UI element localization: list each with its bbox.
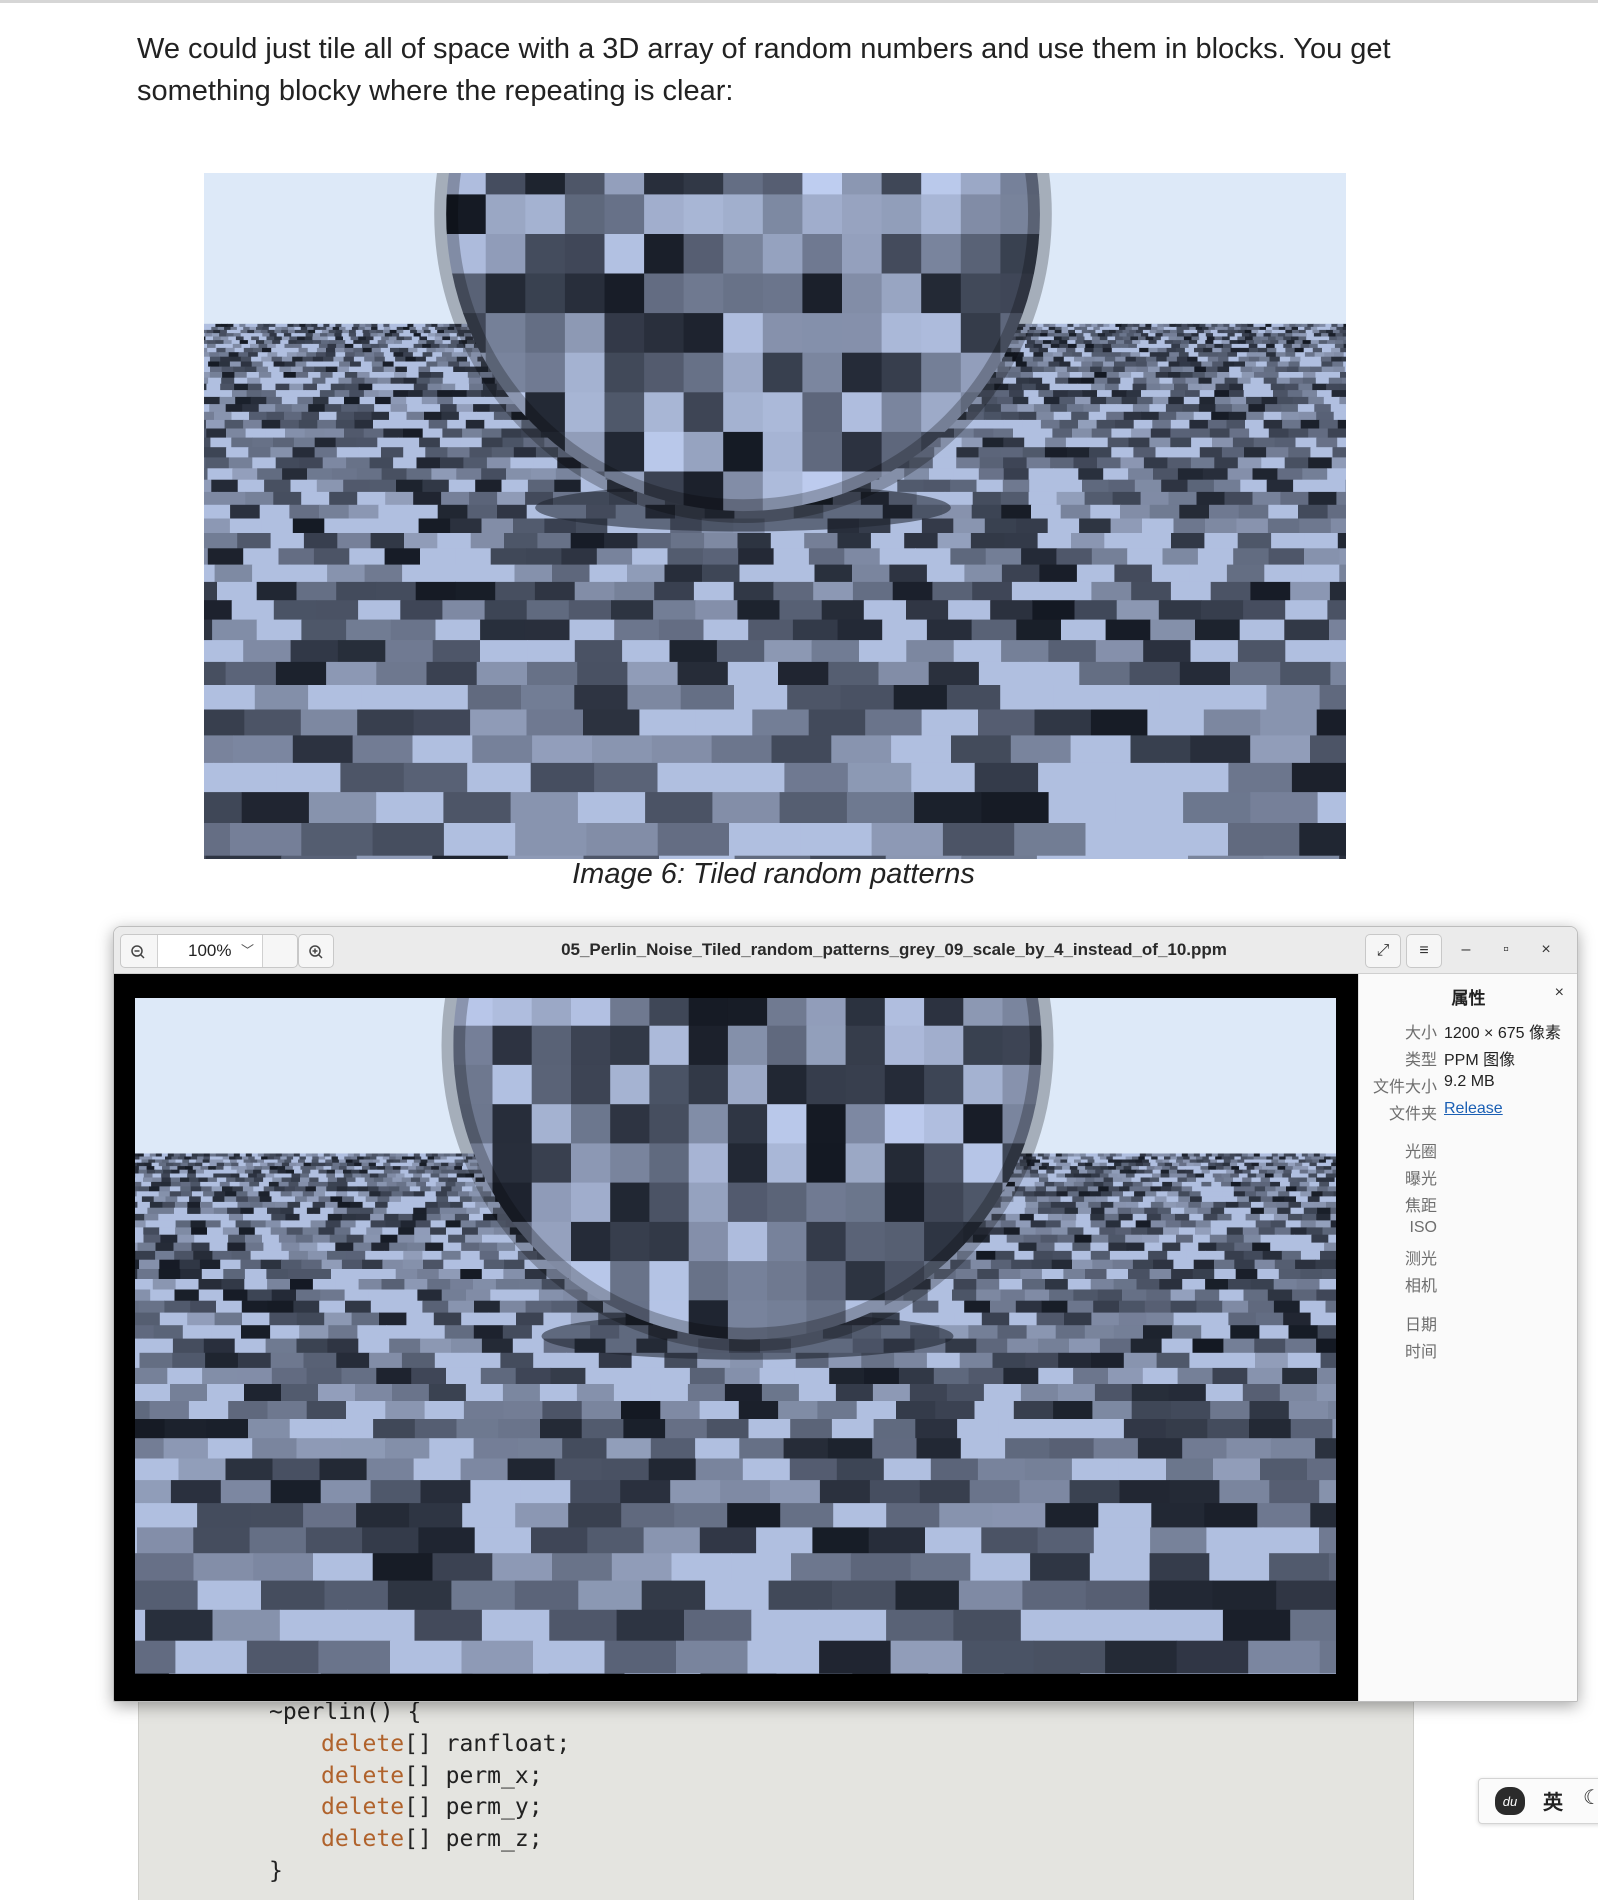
property-value: PPM 图像 <box>1444 1046 1515 1070</box>
maximize-button[interactable]: ▫ <box>1491 935 1521 965</box>
close-icon: × <box>1555 984 1564 1001</box>
chevron-down-icon: ﹀ <box>241 935 254 967</box>
ime-toolbar[interactable]: du 英 ☾ <box>1478 1778 1598 1824</box>
folder-link[interactable]: Release <box>1444 1100 1503 1118</box>
ime-language-toggle[interactable]: 英 <box>1543 1786 1563 1815</box>
image-viewer-window[interactable]: 100% ﹀ 05_Perlin_Noise_Tiled_random_patt… <box>113 926 1578 1702</box>
property-label: 文件大小 <box>1373 1073 1437 1097</box>
exif-label: 曝光 <box>1405 1165 1437 1189</box>
viewer-titlebar[interactable]: 100% ﹀ 05_Perlin_Noise_Tiled_random_patt… <box>114 927 1577 974</box>
properties-heading: 属性 <box>1359 984 1578 1009</box>
zoom-in-button[interactable] <box>298 934 334 968</box>
property-value: 9.2 MB <box>1444 1073 1495 1091</box>
code-line: delete[] perm_x; <box>321 1760 543 1792</box>
baidu-paw-icon[interactable]: du <box>1495 1787 1525 1815</box>
code-line: delete[] perm_y; <box>321 1791 543 1823</box>
zoom-out-icon <box>130 944 146 960</box>
exif-label: 焦距 <box>1405 1192 1437 1216</box>
page-top-border <box>0 0 1598 3</box>
exif-label: 相机 <box>1405 1272 1437 1296</box>
time-label: 时间 <box>1405 1338 1437 1362</box>
image-caption: Image 6: Tiled random patterns <box>0 858 1547 891</box>
zoom-out-button[interactable] <box>121 935 155 967</box>
exif-label: ISO <box>1409 1219 1437 1237</box>
property-label: 文件夹 <box>1389 1100 1437 1124</box>
zoom-level-value: 100% <box>188 935 231 967</box>
code-line: delete[] ranfloat; <box>321 1728 570 1760</box>
window-title: 05_Perlin_Noise_Tiled_random_patterns_gr… <box>374 927 1414 973</box>
menu-button[interactable]: ≡ <box>1406 934 1442 968</box>
exif-label: 光圈 <box>1405 1138 1437 1162</box>
minimize-icon: – <box>1462 941 1471 958</box>
property-label: 大小 <box>1405 1019 1437 1043</box>
date-label: 日期 <box>1405 1311 1437 1335</box>
property-value: 1200 × 675 像素 <box>1444 1019 1561 1043</box>
image-canvas[interactable] <box>114 974 1358 1701</box>
zoom-in-icon <box>308 944 324 960</box>
hamburger-menu-icon: ≡ <box>1419 942 1428 959</box>
displayed-image <box>135 998 1336 1674</box>
properties-close-button[interactable]: × <box>1555 984 1564 1002</box>
article-paragraph: We could just tile all of space with a 3… <box>137 28 1427 112</box>
zoom-control: 100% ﹀ <box>120 934 298 968</box>
fullscreen-button[interactable]: ⤢ <box>1365 934 1401 968</box>
zoom-level-dropdown[interactable]: 100% ﹀ <box>157 935 263 967</box>
code-line: } <box>269 1855 283 1887</box>
moon-icon[interactable]: ☾ <box>1583 1785 1598 1810</box>
code-line: delete[] perm_z; <box>321 1823 543 1855</box>
close-button[interactable]: × <box>1531 935 1561 965</box>
properties-panel: 属性 × 大小 1200 × 675 像素 类型 PPM 图像 文件大小 9.2… <box>1358 974 1578 1701</box>
article-render-image <box>204 173 1346 859</box>
maximize-icon: ▫ <box>1503 941 1509 958</box>
property-label: 类型 <box>1405 1046 1437 1070</box>
close-icon: × <box>1541 941 1550 958</box>
exif-label: 测光 <box>1405 1245 1437 1269</box>
minimize-button[interactable]: – <box>1451 935 1481 965</box>
fullscreen-icon: ⤢ <box>1377 942 1390 959</box>
